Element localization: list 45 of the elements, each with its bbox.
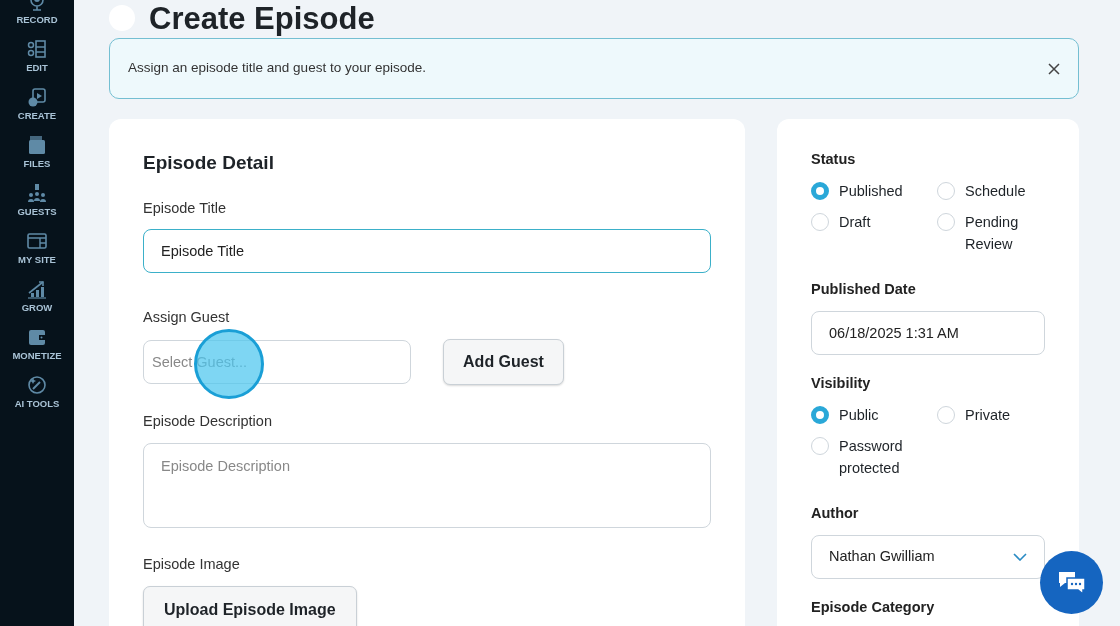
upload-image-button[interactable]: Upload Episode Image — [143, 586, 357, 626]
sidebar-link[interactable]: GROW — [21, 302, 53, 313]
radio-option[interactable]: Schedule — [937, 180, 1045, 203]
radio-option[interactable]: Draft — [811, 212, 937, 256]
browser-window-icon — [27, 231, 47, 251]
description-field[interactable]: Episode Description — [143, 442, 711, 528]
folder-icon — [27, 135, 47, 155]
page-title: Create Episode — [149, 2, 375, 34]
author-select[interactable]: Nathan Gwilliam — [811, 535, 1045, 579]
section-label: Status — [811, 150, 857, 169]
people-icon — [27, 183, 47, 203]
sidebar-link[interactable]: MY SITE — [18, 254, 56, 265]
radio-option[interactable]: Password protected — [811, 436, 937, 480]
sidebar-link[interactable]: FILES — [23, 158, 51, 169]
add-guest-button[interactable]: Add Guest — [443, 339, 564, 385]
section-label: Author — [811, 504, 860, 524]
title-field[interactable]: Episode Title — [143, 229, 711, 274]
radio-option[interactable]: Published — [811, 180, 937, 203]
growth-chart-icon — [27, 279, 47, 299]
radio-option[interactable]: Private — [937, 404, 1045, 427]
card-heading: Episode Detail — [143, 151, 275, 175]
alert-text: Assign an episode title and guest to your episode. — [128, 59, 426, 78]
field-label: Episode Title — [143, 198, 228, 218]
section-label: Published Date — [811, 280, 917, 300]
radio-option[interactable]: Public — [811, 404, 937, 427]
media-play-icon — [27, 87, 47, 107]
sidebar-link[interactable]: MONETIZE — [12, 350, 62, 361]
radio-option[interactable]: Pending Review — [937, 212, 1045, 256]
chat-icon — [1056, 569, 1087, 596]
section-label: Episode Category — [811, 598, 936, 617]
field-label: Episode Image — [143, 555, 241, 575]
close-icon[interactable] — [1048, 62, 1060, 75]
sidebar-link[interactable]: GUESTS — [17, 206, 57, 217]
field-label: Episode Description — [143, 412, 273, 431]
sparkle-wand-icon — [27, 375, 47, 395]
field-label: Assign Guest — [143, 308, 231, 328]
sidebar-link[interactable]: AI TOOLS — [14, 398, 60, 409]
chevron-down-icon — [1013, 553, 1027, 561]
film-edit-icon — [27, 39, 47, 59]
sidebar-link[interactable]: RECORD — [16, 14, 58, 25]
section-label: Visibility — [811, 374, 872, 393]
sidebar-link[interactable]: CREATE — [17, 110, 57, 121]
date-field[interactable]: 06/18/2025 1:31 AM — [811, 311, 1045, 355]
sidebar-link[interactable]: EDIT — [26, 62, 48, 73]
wallet-icon — [27, 327, 47, 347]
